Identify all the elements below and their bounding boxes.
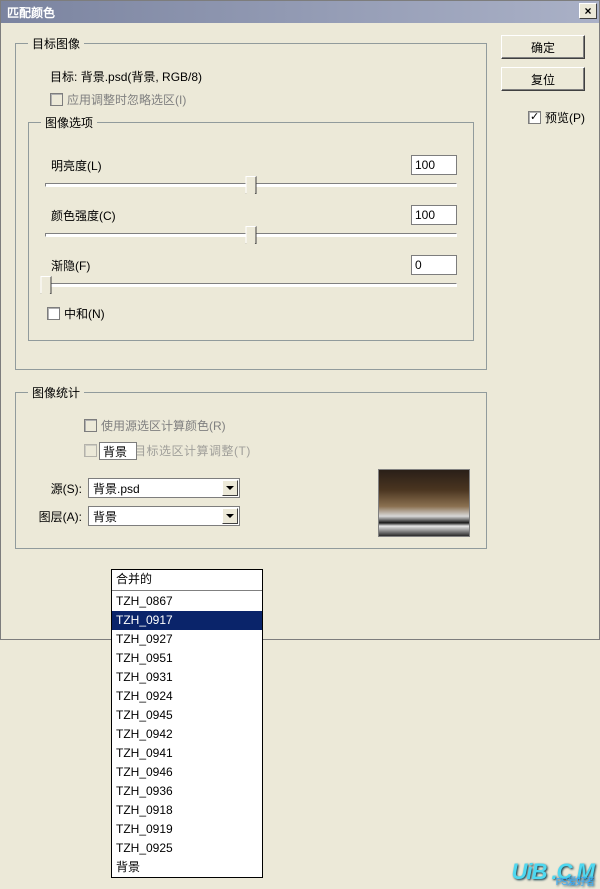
- intensity-group: 颜色强度(C): [41, 205, 461, 237]
- list-item[interactable]: TZH_0931: [112, 668, 262, 687]
- luminance-label: 明亮度(L): [51, 157, 102, 174]
- image-stats-group: 图像统计 使用源选区计算颜色(R) 背景 使用目标选区计算调整(T) 源(S):…: [15, 384, 487, 549]
- intensity-slider[interactable]: [45, 233, 457, 237]
- fade-input[interactable]: [411, 255, 457, 275]
- image-options-group: 图像选项 明亮度(L) 颜色强度(C): [28, 114, 474, 341]
- source-value: 背景.psd: [93, 480, 140, 497]
- layer-dropdown[interactable]: 背景: [88, 506, 240, 526]
- neutralize-label: 中和(N): [64, 305, 105, 322]
- overlap-row: 背景 使用目标选区计算调整(T): [84, 440, 474, 460]
- source-dropdown[interactable]: 背景.psd: [88, 478, 240, 498]
- luminance-thumb[interactable]: [246, 176, 257, 194]
- match-color-dialog: 匹配颜色 × 目标图像 目标: 背景.psd(背景, RGB/8) 应用调整时忽…: [0, 0, 600, 640]
- ignore-selection-row: 应用调整时忽略选区(I): [50, 91, 474, 108]
- list-item[interactable]: TZH_0917: [112, 611, 262, 630]
- layer-label: 图层(A):: [28, 508, 82, 525]
- target-label: 目标:: [50, 70, 77, 84]
- dialog-title: 匹配颜色: [7, 4, 55, 21]
- use-target-selection-checkbox: [84, 444, 97, 457]
- target-image-group: 目标图像 目标: 背景.psd(背景, RGB/8) 应用调整时忽略选区(I) …: [15, 35, 487, 370]
- preview-row: 预览(P): [501, 109, 585, 126]
- list-item[interactable]: TZH_0918: [112, 801, 262, 820]
- use-source-selection-checkbox: [84, 419, 97, 432]
- thumbnail-image: [379, 470, 469, 536]
- intensity-input[interactable]: [411, 205, 457, 225]
- stats-legend: 图像统计: [28, 384, 84, 401]
- small-text-box: 背景: [99, 442, 137, 460]
- source-label: 源(S):: [28, 480, 82, 497]
- layer-value: 背景: [93, 508, 117, 525]
- list-item[interactable]: TZH_0941: [112, 744, 262, 763]
- reset-button[interactable]: 复位: [501, 67, 585, 91]
- watermark: UiB .C M PS爱好者: [512, 859, 594, 885]
- fade-group: 渐隐(F): [41, 255, 461, 287]
- intensity-thumb[interactable]: [246, 226, 257, 244]
- luminance-slider[interactable]: [45, 183, 457, 187]
- watermark-sub: PS爱好者: [556, 873, 594, 888]
- neutralize-row: 中和(N): [47, 305, 461, 322]
- target-legend: 目标图像: [28, 35, 84, 52]
- preview-checkbox[interactable]: [528, 111, 541, 124]
- ignore-selection-checkbox: [50, 93, 63, 106]
- fade-slider[interactable]: [45, 283, 457, 287]
- list-item[interactable]: 背景: [112, 858, 262, 877]
- list-item[interactable]: TZH_0924: [112, 687, 262, 706]
- intensity-label: 颜色强度(C): [51, 207, 116, 224]
- list-item[interactable]: TZH_0925: [112, 839, 262, 858]
- titlebar[interactable]: 匹配颜色 ×: [1, 1, 599, 23]
- left-column: 目标图像 目标: 背景.psd(背景, RGB/8) 应用调整时忽略选区(I) …: [15, 35, 487, 563]
- dropdown-merged-item[interactable]: 合并的: [112, 570, 262, 589]
- luminance-input[interactable]: [411, 155, 457, 175]
- layer-dropdown-list[interactable]: 合并的 TZH_0867 TZH_0917 TZH_0927 TZH_0951 …: [111, 569, 263, 878]
- fade-label: 渐隐(F): [51, 257, 90, 274]
- list-item[interactable]: TZH_0945: [112, 706, 262, 725]
- luminance-group: 明亮度(L): [41, 155, 461, 187]
- target-value: 背景.psd(背景, RGB/8): [81, 70, 202, 84]
- ok-button[interactable]: 确定: [501, 35, 585, 59]
- list-item[interactable]: TZH_0942: [112, 725, 262, 744]
- list-item[interactable]: TZH_0936: [112, 782, 262, 801]
- list-item[interactable]: TZH_0951: [112, 649, 262, 668]
- dropdown-arrow-icon[interactable]: [222, 480, 238, 496]
- options-legend: 图像选项: [41, 114, 97, 131]
- ignore-selection-label: 应用调整时忽略选区(I): [67, 91, 186, 108]
- dropdown-arrow-icon[interactable]: [222, 508, 238, 524]
- target-row: 目标: 背景.psd(背景, RGB/8): [50, 68, 474, 85]
- source-thumbnail: [378, 469, 470, 537]
- dropdown-separator: [112, 590, 262, 591]
- list-item[interactable]: TZH_0927: [112, 630, 262, 649]
- list-item[interactable]: TZH_0919: [112, 820, 262, 839]
- list-item[interactable]: TZH_0946: [112, 763, 262, 782]
- use-source-selection-row: 使用源选区计算颜色(R): [84, 417, 474, 434]
- close-button[interactable]: ×: [579, 3, 597, 19]
- preview-label: 预览(P): [545, 109, 585, 126]
- fade-thumb[interactable]: [41, 276, 52, 294]
- use-source-selection-label: 使用源选区计算颜色(R): [101, 417, 226, 434]
- right-column: 确定 复位 预览(P): [501, 35, 585, 563]
- neutralize-checkbox[interactable]: [47, 307, 60, 320]
- list-item[interactable]: TZH_0867: [112, 592, 262, 611]
- dialog-body: 目标图像 目标: 背景.psd(背景, RGB/8) 应用调整时忽略选区(I) …: [1, 23, 599, 575]
